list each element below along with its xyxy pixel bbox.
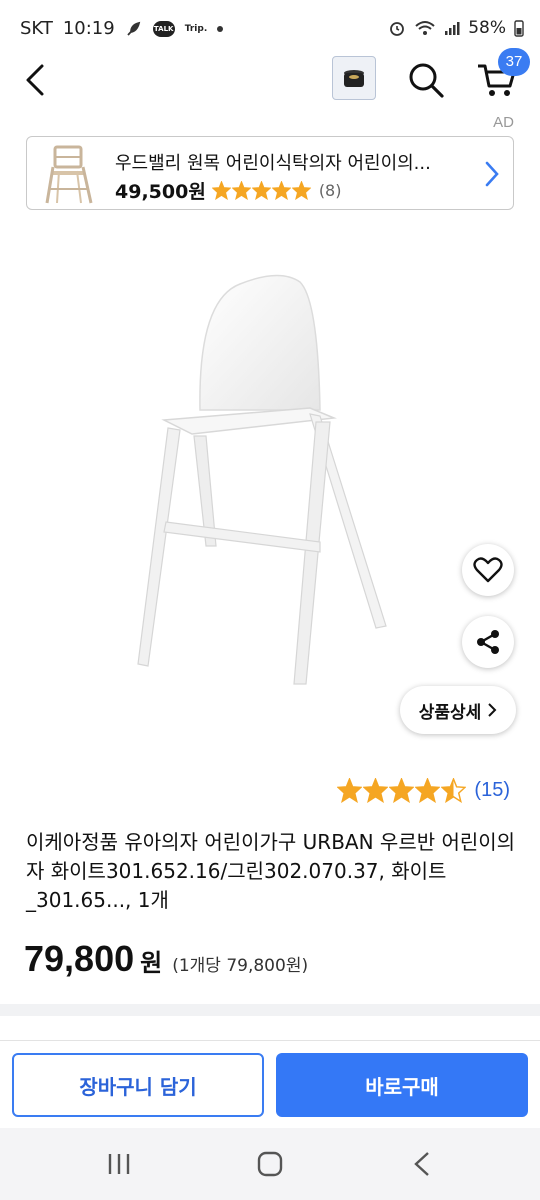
- star-icon: [211, 181, 231, 200]
- ad-price: 49,500원: [115, 181, 206, 203]
- star-icon: [271, 181, 291, 200]
- price-currency: 원: [140, 949, 163, 977]
- chevron-right-icon: [488, 703, 497, 717]
- ad-star-rating: [211, 181, 311, 200]
- star-icon: [337, 778, 363, 803]
- system-navigation-bar: [0, 1128, 540, 1200]
- status-right: 58%: [388, 18, 524, 38]
- battery-icon: [514, 20, 524, 37]
- product-star-rating: [337, 778, 467, 803]
- ad-price-row: 49,500원 (8): [115, 177, 341, 204]
- back-arrow-icon[interactable]: [18, 62, 54, 98]
- ad-product-image: [45, 145, 93, 204]
- signal-icon: [445, 22, 460, 35]
- like-button[interactable]: [462, 544, 514, 596]
- product-image: [137, 274, 387, 685]
- system-back-icon[interactable]: [410, 1150, 434, 1178]
- star-icon: [441, 778, 467, 803]
- price-row: 79,800 원 (1개당 79,800원): [24, 938, 308, 980]
- home-icon[interactable]: [256, 1150, 284, 1178]
- product-detail-button[interactable]: 상품상세: [400, 686, 516, 734]
- carrier-label: SKT: [20, 18, 53, 39]
- share-button[interactable]: [462, 616, 514, 668]
- cart-count-badge: 37: [498, 48, 530, 76]
- star-icon: [231, 181, 251, 200]
- recent-product-thumbnail[interactable]: [332, 56, 376, 100]
- buy-now-button[interactable]: 바로구매: [276, 1053, 528, 1117]
- clock: 10:19: [62, 18, 115, 39]
- feather-icon: [127, 21, 140, 36]
- ad-label: AD: [493, 114, 514, 131]
- kakaotalk-icon: TALK: [152, 20, 175, 37]
- search-icon[interactable]: [406, 60, 446, 100]
- section-divider: [0, 1004, 540, 1016]
- product-price: 79,800: [24, 938, 135, 979]
- purchase-action-bar: 장바구니 담기 바로구매: [0, 1040, 540, 1128]
- alarm-icon: [390, 22, 405, 36]
- more-notifications-dot: [217, 25, 224, 32]
- star-icon: [389, 778, 415, 803]
- battery-level: 58%: [468, 18, 506, 38]
- star-icon: [363, 778, 389, 803]
- product-review-count[interactable]: (15): [474, 779, 510, 802]
- chevron-right-icon: [485, 161, 499, 187]
- ad-review-count: (8): [318, 181, 342, 200]
- ad-title: 우드밸리 원목 어린이식탁의자 어린이의...: [115, 153, 431, 174]
- recent-apps-icon[interactable]: [104, 1152, 134, 1176]
- app-header: [0, 48, 540, 108]
- wifi-icon: [415, 21, 435, 35]
- star-icon: [251, 181, 271, 200]
- product-rating[interactable]: (15): [337, 778, 510, 803]
- star-icon: [415, 778, 441, 803]
- status-left: SKT 10:19 TALK Trip.: [20, 18, 224, 39]
- ad-banner[interactable]: 우드밸리 원목 어린이식탁의자 어린이의... 49,500원 (8): [26, 136, 514, 210]
- product-title: 이케아정품 유아의자 어린이가구 URBAN 우르반 어린이의자 화이트301.…: [26, 830, 516, 912]
- star-icon: [291, 181, 311, 200]
- trip-icon: Trip.: [184, 23, 208, 34]
- heart-icon: [473, 557, 503, 583]
- share-icon: [477, 630, 499, 654]
- add-to-cart-button[interactable]: 장바구니 담기: [12, 1053, 264, 1117]
- unit-price: (1개당 79,800원): [172, 956, 309, 976]
- rice-cooker-image: [344, 70, 364, 87]
- product-detail-label: 상품상세: [418, 702, 482, 723]
